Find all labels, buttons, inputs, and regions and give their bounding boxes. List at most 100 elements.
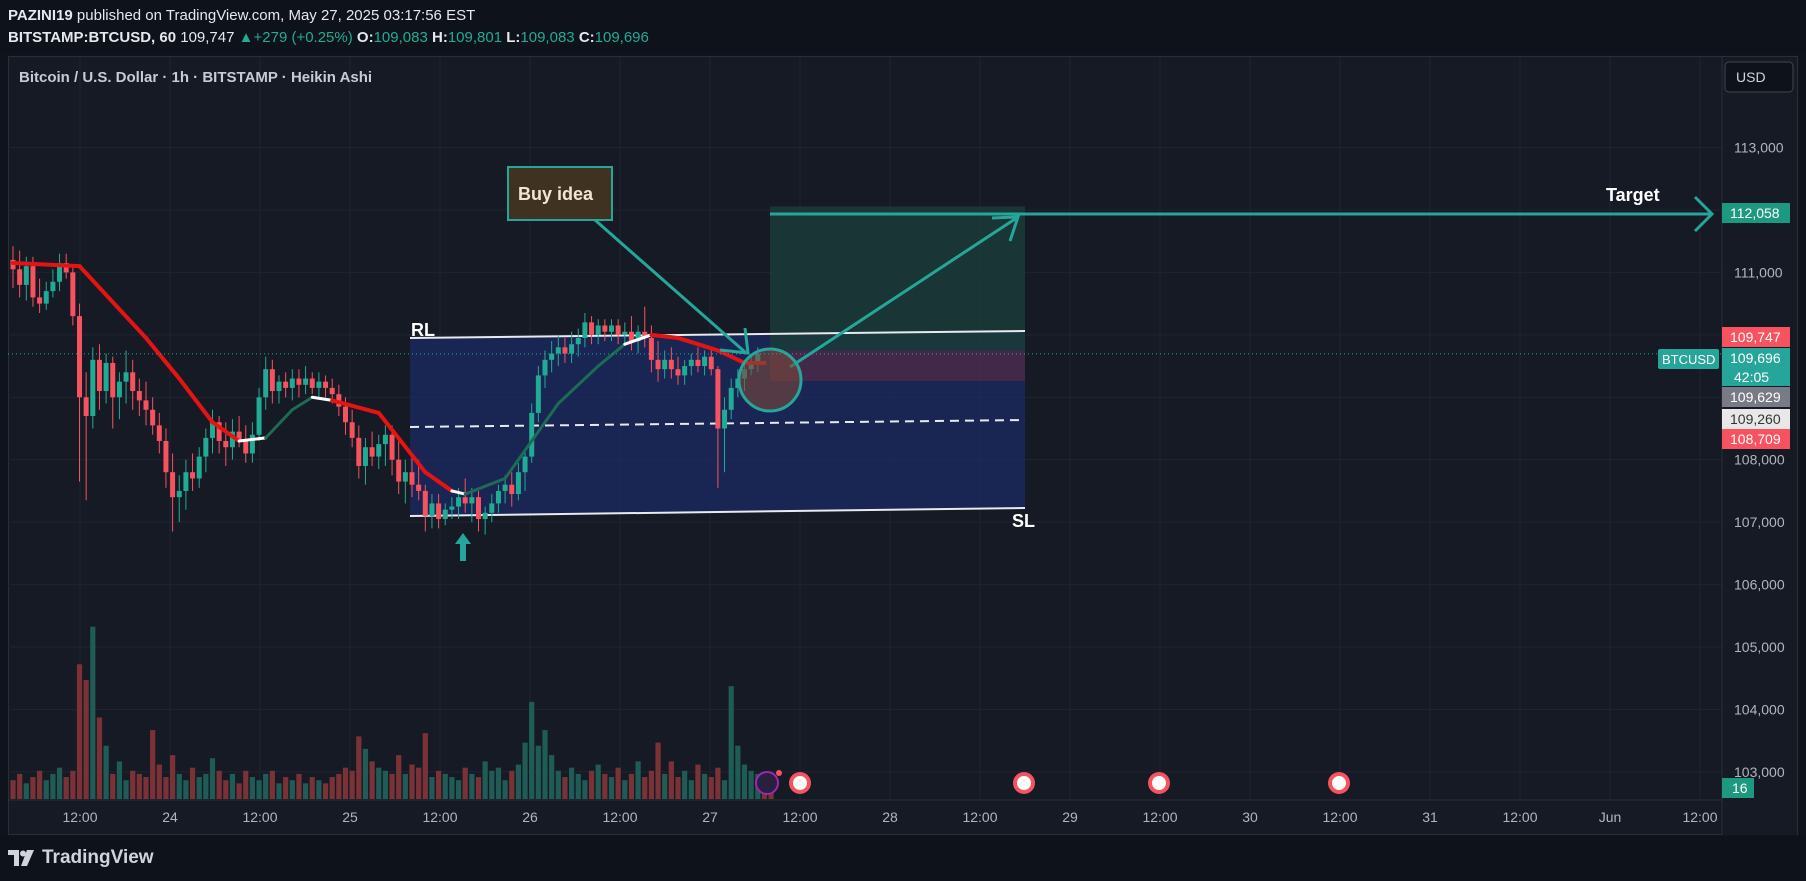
- candle-body: [589, 322, 595, 335]
- volume-bar: [721, 780, 728, 799]
- candle-body: [110, 362, 116, 398]
- candle-body: [303, 378, 309, 385]
- candle-body: [609, 325, 614, 332]
- time-tick-label: 12:00: [782, 809, 817, 825]
- time-tick-label: 12:00: [422, 809, 457, 825]
- candle-body: [582, 322, 588, 338]
- tradingview-logo[interactable]: TradingView: [8, 847, 154, 869]
- buy-idea-label: Buy idea: [518, 184, 594, 204]
- candle-body: [722, 409, 728, 429]
- candle-body: [156, 425, 162, 441]
- volume-bar: [469, 773, 475, 799]
- moving-average-segment: [177, 376, 215, 425]
- candle-body: [615, 325, 621, 335]
- time-tick-label: 12:00: [962, 809, 997, 825]
- moving-average-segment: [11, 261, 82, 269]
- time-tick-label: 29: [1062, 809, 1078, 825]
- volume-bar: [30, 777, 36, 799]
- chart-canvas[interactable]: RL SL Target Buy idea 103,000 104,000 105,000…: [0, 0, 1806, 836]
- time-tick-label: 12:00: [602, 809, 637, 825]
- candle-body: [509, 484, 515, 495]
- candle-body: [695, 359, 701, 367]
- volume-bar: [588, 770, 595, 799]
- volume-bar: [702, 773, 708, 799]
- price-tick-label: 108,000: [1734, 452, 1785, 468]
- volume-bar: [269, 770, 275, 799]
- entry-circle: [737, 347, 803, 413]
- candle-body: [555, 347, 561, 354]
- price-tick-label: 111,000: [1734, 264, 1783, 280]
- chart-title: Bitcoin / U.S. Dollar · 1h · BITSTAMP · …: [19, 69, 372, 86]
- volume-bar: [741, 764, 748, 799]
- volume-bar: [522, 742, 528, 799]
- candle-body: [495, 490, 501, 504]
- time-tick-label: 12:00: [1322, 809, 1357, 825]
- volume-bar: [615, 767, 621, 799]
- volume-bar: [229, 773, 236, 799]
- candle-body: [123, 372, 129, 382]
- volume-bar: [23, 783, 29, 799]
- candle-body: [116, 381, 122, 398]
- flash-event-icon: [755, 771, 779, 795]
- moving-average-segment: [77, 264, 148, 340]
- price-label: 109,696: [1730, 350, 1781, 366]
- price-label: 108,709: [1730, 431, 1781, 447]
- candle-body: [136, 391, 142, 401]
- candle-body: [30, 266, 36, 298]
- candle-body: [77, 316, 82, 398]
- time-tick-label: 28: [882, 809, 898, 825]
- volume-bar: [748, 770, 754, 799]
- volume-bar: [283, 777, 289, 799]
- time-tick-label: 31: [1422, 809, 1438, 825]
- candle-body: [549, 353, 555, 360]
- volume-bar: [123, 780, 129, 799]
- candle-body: [575, 337, 581, 345]
- volume-bar: [50, 773, 56, 799]
- candle-body: [602, 325, 608, 332]
- volume-bar: [542, 730, 548, 799]
- volume-bar: [203, 773, 209, 799]
- volume-bar: [70, 770, 76, 799]
- candle-body: [662, 359, 668, 370]
- volume-bar: [682, 770, 688, 799]
- volume-bar: [455, 780, 462, 799]
- candle-body: [349, 422, 355, 438]
- volume-bar: [83, 679, 89, 799]
- volume-bar: [56, 767, 63, 799]
- candle-body: [323, 381, 329, 388]
- volume-bar: [502, 780, 508, 799]
- volume-bar: [509, 770, 515, 799]
- volume-bar: [276, 783, 282, 799]
- volume-bar: [156, 764, 162, 799]
- candle-body: [542, 359, 548, 376]
- volume-bar: [555, 770, 561, 799]
- candle-body: [409, 472, 415, 485]
- volume-bar: [688, 780, 694, 799]
- volume-bar: [595, 764, 601, 799]
- candle-body: [462, 497, 468, 504]
- time-axis: 12:00 24 12:00 25 12:00 26 12:00 27 12:00 28 12:00…: [8, 799, 1722, 825]
- volume-bar: [296, 773, 302, 799]
- candle-body: [535, 375, 541, 413]
- currency-button[interactable]: USD: [1724, 61, 1794, 93]
- time-tick-label: 27: [702, 809, 718, 825]
- target-zone: [770, 206, 1025, 351]
- volume-bar: [482, 761, 488, 799]
- volume-bar: [303, 783, 309, 799]
- volume-bar: [442, 773, 448, 799]
- candle-body: [648, 337, 654, 360]
- candle-body: [256, 397, 262, 435]
- volume-bar: [10, 780, 16, 799]
- volume-bar: [163, 777, 169, 799]
- volume-bar: [668, 761, 674, 799]
- candle-body: [329, 387, 335, 395]
- volume-bar: [575, 773, 581, 799]
- time-tick-label: 12:00: [1502, 809, 1537, 825]
- volume-bar: [648, 770, 654, 799]
- candle-body: [416, 484, 422, 491]
- candle-body: [223, 440, 229, 448]
- candle-body: [482, 512, 488, 520]
- volume-bar: [256, 780, 262, 799]
- volume-bar: [96, 717, 103, 799]
- volume-bar: [37, 770, 43, 799]
